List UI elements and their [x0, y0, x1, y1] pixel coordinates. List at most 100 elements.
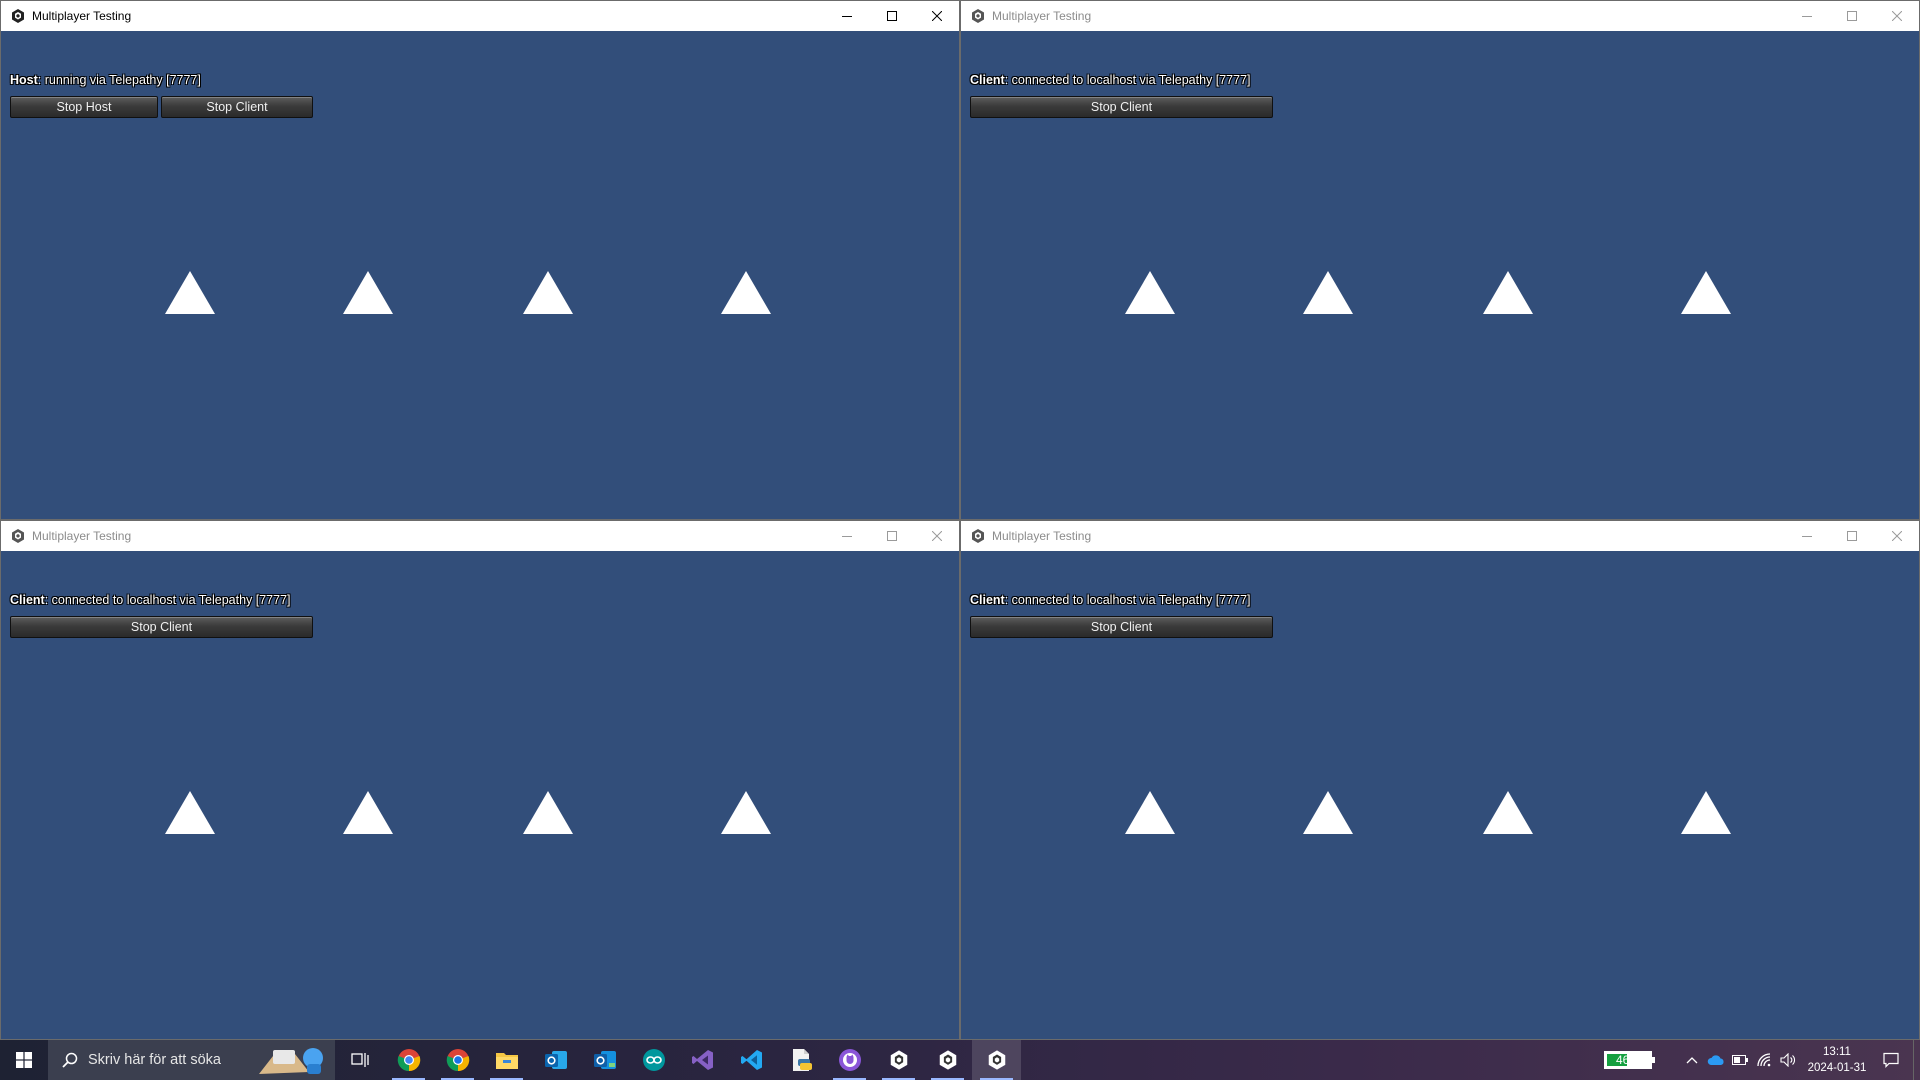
minimize-button[interactable]: [824, 521, 869, 551]
player-triangle: [343, 271, 393, 314]
maximize-icon: [1846, 11, 1857, 21]
show-hidden-icons-button[interactable]: [1680, 1040, 1704, 1080]
network-status: Client: connected to localhost via Telep…: [10, 593, 291, 607]
taskbar-app-arduino[interactable]: [629, 1040, 678, 1080]
network-status: Client: connected to localhost via Telep…: [970, 73, 1251, 87]
window-title: Multiplayer Testing: [992, 9, 1092, 23]
windows-logo-icon: [16, 1052, 32, 1068]
network-status-detail: : connected to localhost via Telepathy […: [1004, 593, 1251, 607]
network-status-detail: : connected to localhost via Telepathy […: [44, 593, 291, 607]
game-window-client-1: Multiplayer Testing Client: connected to…: [960, 0, 1920, 520]
taskbar-app-unity-1[interactable]: [874, 1040, 923, 1080]
taskbar-app-unity-3[interactable]: [972, 1040, 1021, 1080]
show-desktop-button[interactable]: [1913, 1040, 1920, 1080]
close-icon: [1891, 11, 1902, 21]
action-center-button[interactable]: [1868, 1040, 1913, 1080]
minimize-button[interactable]: [824, 1, 869, 31]
power-button[interactable]: [1728, 1040, 1752, 1080]
network-role: Client: [970, 593, 1005, 607]
network-status-detail: : running via Telepathy [7777]: [37, 73, 201, 87]
taskbar-app-unity-2[interactable]: [923, 1040, 972, 1080]
stop-client-button[interactable]: Stop Client: [161, 96, 313, 118]
close-button[interactable]: [1874, 521, 1919, 551]
minimize-icon: [841, 536, 852, 537]
unity-icon: [939, 1050, 956, 1070]
maximize-button[interactable]: [1829, 521, 1874, 551]
task-view-button[interactable]: [335, 1040, 384, 1080]
speaker-icon: [1780, 1053, 1795, 1067]
taskbar-app-chrome[interactable]: [384, 1040, 433, 1080]
close-button[interactable]: [914, 521, 959, 551]
title-bar[interactable]: Multiplayer Testing: [1, 1, 959, 31]
taskbar-app-python-file[interactable]: [776, 1040, 825, 1080]
close-icon: [1891, 531, 1902, 541]
game-viewport[interactable]: Host: running via Telepathy [7777] Stop …: [1, 31, 959, 519]
player-triangle: [1483, 791, 1533, 834]
clock-time: 13:11: [1823, 1046, 1851, 1058]
game-viewport[interactable]: Client: connected to localhost via Telep…: [961, 551, 1919, 1039]
minimize-button[interactable]: [1784, 521, 1829, 551]
player-triangle: [1125, 791, 1175, 834]
taskbar: Skriv här för att söka 46% 13:11 2024-01…: [0, 1040, 1920, 1080]
player-triangle: [1483, 271, 1533, 314]
stop-host-button[interactable]: Stop Host: [10, 96, 158, 118]
taskbar-app-file-explorer[interactable]: [482, 1040, 531, 1080]
python-file-icon: [792, 1049, 812, 1071]
maximize-button[interactable]: [869, 1, 914, 31]
search-highlight-icon: [259, 1048, 323, 1074]
start-button[interactable]: [0, 1040, 48, 1080]
close-icon: [931, 11, 942, 21]
player-triangle: [1125, 271, 1175, 314]
outlook-icon: [544, 1051, 567, 1069]
taskbar-app-outlook-new[interactable]: [580, 1040, 629, 1080]
chrome-canary-icon: [446, 1049, 469, 1072]
clock[interactable]: 13:11 2024-01-31: [1806, 1044, 1868, 1076]
network-button[interactable]: [1752, 1040, 1776, 1080]
title-bar[interactable]: Multiplayer Testing: [961, 521, 1919, 551]
close-button[interactable]: [914, 1, 959, 31]
notification-icon: [1882, 1052, 1899, 1068]
network-status: Host: running via Telepathy [7777]: [10, 73, 201, 87]
player-triangle: [721, 791, 771, 834]
battery-indicator[interactable]: 46%: [1604, 1051, 1655, 1069]
player-triangle: [165, 271, 215, 314]
maximize-button[interactable]: [869, 521, 914, 551]
maximize-icon: [886, 531, 897, 541]
volume-button[interactable]: [1776, 1040, 1800, 1080]
minimize-icon: [1801, 16, 1812, 17]
stop-client-button[interactable]: Stop Client: [970, 96, 1273, 118]
maximize-button[interactable]: [1829, 1, 1874, 31]
onedrive-button[interactable]: [1704, 1040, 1728, 1080]
game-viewport[interactable]: Client: connected to localhost via Telep…: [961, 31, 1919, 519]
title-bar[interactable]: Multiplayer Testing: [1, 521, 959, 551]
player-triangle: [1681, 271, 1731, 314]
taskbar-app-chrome-canary[interactable]: [433, 1040, 482, 1080]
stop-client-button[interactable]: Stop Client: [10, 616, 313, 638]
taskbar-app-visual-studio[interactable]: [678, 1040, 727, 1080]
minimize-button[interactable]: [1784, 1, 1829, 31]
search-icon: [62, 1052, 78, 1068]
stop-client-button[interactable]: Stop Client: [970, 616, 1273, 638]
player-triangle: [1681, 791, 1731, 834]
taskbar-app-outlook[interactable]: [531, 1040, 580, 1080]
title-bar[interactable]: Multiplayer Testing: [961, 1, 1919, 31]
game-viewport[interactable]: Client: connected to localhost via Telep…: [1, 551, 959, 1039]
search-placeholder: Skriv här för att söka: [88, 1052, 221, 1068]
chrome-icon: [397, 1049, 420, 1072]
player-triangle: [1303, 791, 1353, 834]
network-role: Client: [10, 593, 45, 607]
unity-icon: [890, 1050, 907, 1070]
search-box[interactable]: Skriv här för att söka: [48, 1040, 335, 1080]
network-role: Host: [10, 73, 38, 87]
wifi-icon: [1757, 1053, 1771, 1067]
visual-studio-icon: [691, 1050, 713, 1070]
taskbar-app-github-desktop[interactable]: [825, 1040, 874, 1080]
unity-app-icon: [972, 9, 984, 23]
close-button[interactable]: [1874, 1, 1919, 31]
unity-app-icon: [12, 529, 24, 543]
window-title: Multiplayer Testing: [32, 529, 132, 543]
task-view-icon: [350, 1053, 369, 1067]
taskbar-app-vscode[interactable]: [727, 1040, 776, 1080]
unity-app-icon: [12, 9, 24, 23]
player-triangle: [1303, 271, 1353, 314]
